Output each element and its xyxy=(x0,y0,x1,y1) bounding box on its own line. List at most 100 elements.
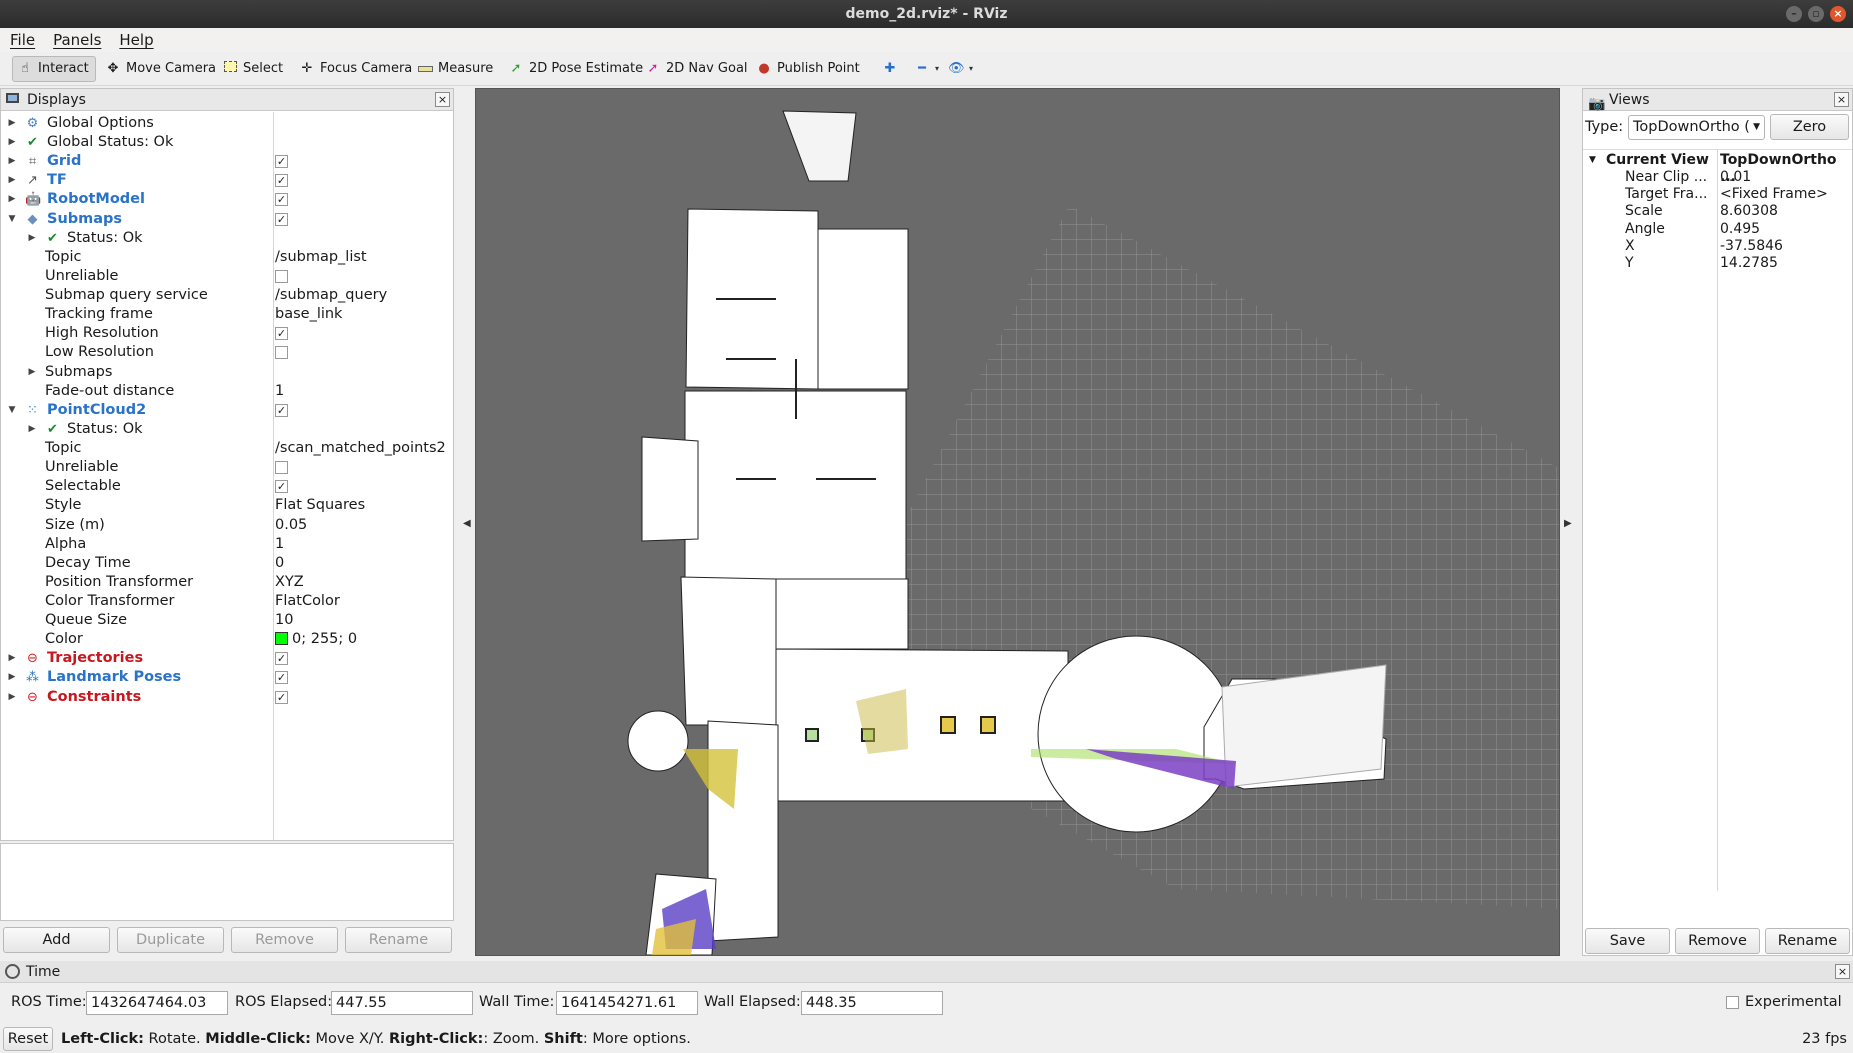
display-row[interactable]: Position Transformer XYZ xyxy=(1,573,453,592)
display-row[interactable]: ▶ 🤖 RobotModel ✓ xyxy=(1,190,453,209)
render-viewport[interactable] xyxy=(475,88,1560,956)
display-row[interactable]: ▼ ⁙ PointCloud2 ✓ xyxy=(1,401,453,420)
display-row-checkbox[interactable]: ✓ xyxy=(275,174,288,188)
menu-file[interactable]: File xyxy=(1,28,44,52)
display-row[interactable]: Low Resolution xyxy=(1,343,453,362)
display-row[interactable]: ▶ ⌗ Grid ✓ xyxy=(1,152,453,171)
display-row-value[interactable]: /submap_list xyxy=(275,248,367,267)
display-row[interactable]: Style Flat Squares xyxy=(1,496,453,515)
displays-tree[interactable]: ▶ ⚙ Global Options ▶ ✔ Global Status: Ok ▶ ⌗ Gri… xyxy=(1,112,453,840)
remove-display-button[interactable]: Remove xyxy=(231,927,338,953)
interact-tool-button[interactable]: ☝ Interact xyxy=(12,56,96,82)
close-panel-icon[interactable]: × xyxy=(1834,92,1849,107)
collapse-left-icon[interactable]: ◀ xyxy=(463,518,471,529)
move-camera-tool-button[interactable]: ✥ Move Camera xyxy=(101,56,222,82)
view-property-row[interactable]: Y 14.2785 xyxy=(1583,255,1852,272)
expand-down-icon[interactable]: ▼ xyxy=(7,210,17,229)
expand-right-icon[interactable]: ▶ xyxy=(7,668,17,687)
display-row-value[interactable]: XYZ xyxy=(275,573,304,592)
rename-display-button[interactable]: Rename xyxy=(345,927,452,953)
display-row[interactable]: ▶ ⊖ Trajectories ✓ xyxy=(1,649,453,668)
display-row-checkbox[interactable]: ✓ xyxy=(275,212,288,226)
close-panel-icon[interactable]: × xyxy=(435,92,450,107)
view-property-value[interactable]: <Fixed Frame> xyxy=(1720,186,1828,203)
display-row-checkbox[interactable] xyxy=(275,461,288,475)
view-property-value[interactable]: 0.495 xyxy=(1720,221,1760,238)
display-row[interactable]: ▶ ⚙ Global Options xyxy=(1,114,453,133)
display-row-checkbox[interactable] xyxy=(275,346,288,360)
save-view-button[interactable]: Save xyxy=(1585,928,1670,954)
current-view-row[interactable]: ▼ Current View TopDownOrtho ... xyxy=(1583,152,1852,185)
collapse-right-icon[interactable]: ▶ xyxy=(1564,518,1572,529)
display-row-checkbox[interactable] xyxy=(275,269,288,283)
view-property-value[interactable]: 14.2785 xyxy=(1720,255,1778,272)
menu-panels[interactable]: Panels xyxy=(44,28,110,52)
display-row[interactable]: Submap query service/submap_query xyxy=(1,286,453,305)
display-row[interactable]: ▶ ⁂ Landmark Poses ✓ xyxy=(1,668,453,687)
display-row[interactable]: ▶ ↗ TF ✓ xyxy=(1,171,453,190)
map-render[interactable] xyxy=(476,89,1560,956)
expand-right-icon[interactable]: ▶ xyxy=(7,649,17,668)
display-row[interactable]: High Resolution ✓ xyxy=(1,324,453,343)
view-property-row[interactable]: Target Fra... <Fixed Frame> xyxy=(1583,186,1852,203)
display-row[interactable]: ▶ ✔ Global Status: Ok xyxy=(1,133,453,152)
view-property-row[interactable]: Scale 8.60308 xyxy=(1583,203,1852,220)
views-property-tree[interactable]: ▼ Current View TopDownOrtho ... Near Cli… xyxy=(1583,149,1852,891)
display-row-checkbox[interactable]: ✓ xyxy=(275,671,288,685)
display-row-value[interactable]: Flat Squares xyxy=(275,496,365,515)
view-property-value[interactable]: 8.60308 xyxy=(1720,203,1778,220)
display-row-checkbox[interactable]: ✓ xyxy=(275,403,288,417)
display-row[interactable]: Topic/scan_matched_points2 xyxy=(1,439,453,458)
display-row[interactable]: Alpha 1 xyxy=(1,535,453,554)
display-row-value[interactable]: FlatColor xyxy=(275,592,340,611)
wall-elapsed-field[interactable]: 448.35 xyxy=(801,991,943,1015)
view-property-value[interactable]: -37.5846 xyxy=(1720,238,1783,255)
display-row[interactable]: Unreliable xyxy=(1,267,453,286)
display-row[interactable]: Topic/submap_list xyxy=(1,248,453,267)
focus-camera-tool-button[interactable]: ✛ Focus Camera xyxy=(295,56,418,82)
display-row-value[interactable]: 10 xyxy=(275,611,293,630)
display-row-checkbox[interactable]: ✓ xyxy=(275,327,288,341)
display-row-value[interactable]: /scan_matched_points2 xyxy=(275,439,446,458)
display-row-value[interactable]: /submap_query xyxy=(275,286,387,305)
display-row-value[interactable]: 0.05 xyxy=(275,516,307,535)
display-row[interactable]: Queue Size 10 xyxy=(1,611,453,630)
maximize-icon[interactable]: ▫ xyxy=(1808,6,1824,22)
display-row[interactable]: ▶ ✔ Status: Ok xyxy=(1,420,453,439)
display-row-checkbox[interactable]: ✓ xyxy=(275,155,288,169)
add-display-button[interactable]: Add xyxy=(3,927,110,953)
view-type-select[interactable]: TopDownOrtho ( ▼ xyxy=(1628,115,1765,140)
select-tool-button[interactable]: Select xyxy=(218,56,289,82)
display-row-checkbox[interactable]: ✓ xyxy=(275,690,288,704)
expand-right-icon[interactable]: ▶ xyxy=(27,363,37,382)
expand-right-icon[interactable]: ▶ xyxy=(27,229,37,248)
display-row[interactable]: ▼ ◆ Submaps ✓ xyxy=(1,210,453,229)
duplicate-display-button[interactable]: Duplicate xyxy=(117,927,224,953)
add-tool-button[interactable]: ✚ xyxy=(878,56,904,82)
reset-button[interactable]: Reset xyxy=(3,1027,53,1051)
view-property-value[interactable]: 0.01 xyxy=(1720,169,1751,186)
display-row[interactable]: Unreliable xyxy=(1,458,453,477)
expand-right-icon[interactable]: ▶ xyxy=(7,114,17,133)
expand-right-icon[interactable]: ▶ xyxy=(7,688,17,707)
remove-view-button[interactable]: Remove xyxy=(1675,928,1760,954)
display-row[interactable]: Selectable ✓ xyxy=(1,477,453,496)
close-panel-icon[interactable]: × xyxy=(1835,964,1850,979)
view-tool-button[interactable]: 👁 ▾ xyxy=(944,56,979,82)
expand-down-icon[interactable]: ▼ xyxy=(7,401,17,420)
display-row-checkbox[interactable]: ✓ xyxy=(275,480,288,494)
view-property-row[interactable]: Near Clip ... 0.01 xyxy=(1583,169,1852,186)
display-row-checkbox[interactable]: ✓ xyxy=(275,652,288,666)
display-row-value[interactable]: 1 xyxy=(275,535,284,554)
publish-point-tool-button[interactable]: ● Publish Point xyxy=(752,56,866,82)
2d-pose-estimate-tool-button[interactable]: ➚ 2D Pose Estimate xyxy=(504,56,649,82)
minimize-icon[interactable]: – xyxy=(1786,6,1802,22)
display-row-value[interactable]: 0 xyxy=(275,554,284,573)
expand-right-icon[interactable]: ▶ xyxy=(7,171,17,190)
display-row-value[interactable]: 0; 255; 0 xyxy=(275,630,357,649)
experimental-checkbox[interactable] xyxy=(1726,996,1739,1009)
rename-view-button[interactable]: Rename xyxy=(1765,928,1850,954)
display-row[interactable]: ▶ Submaps xyxy=(1,363,453,382)
view-property-row[interactable]: X -37.5846 xyxy=(1583,238,1852,255)
menu-help[interactable]: Help xyxy=(110,28,162,52)
